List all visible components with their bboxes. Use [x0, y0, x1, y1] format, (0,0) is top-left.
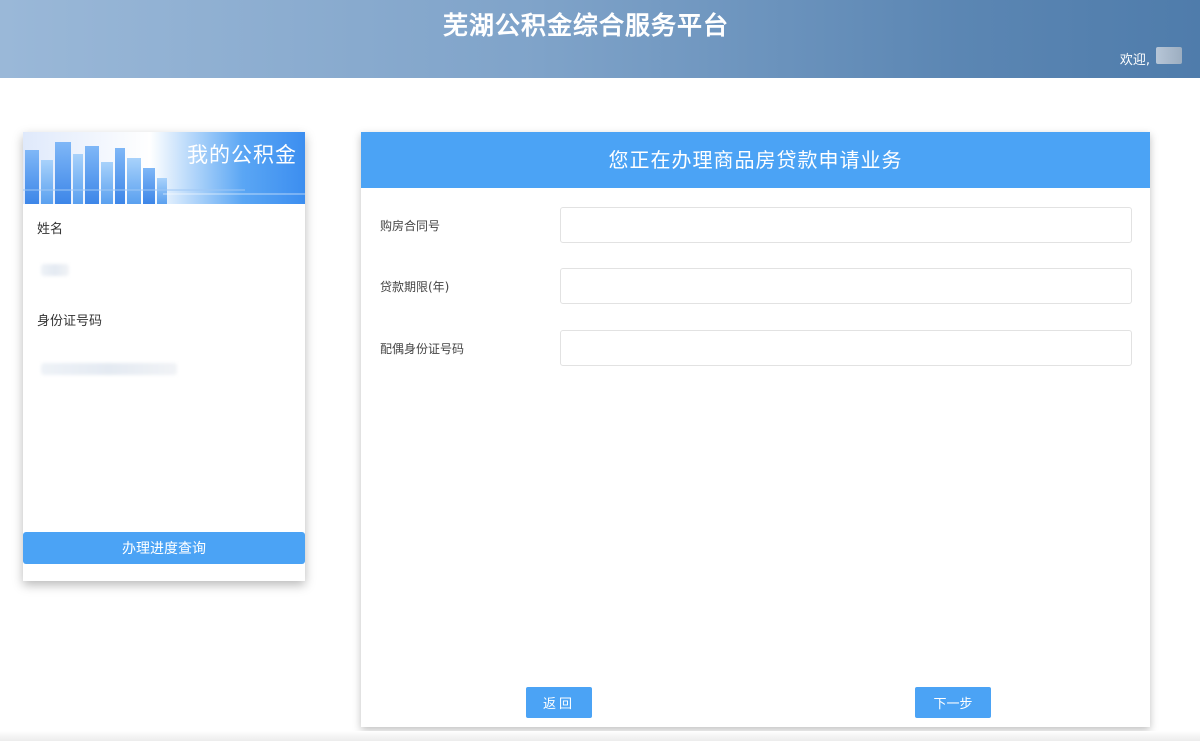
name-masked-value	[41, 264, 69, 276]
loan-application-panel: 您正在办理商品房贷款申请业务 购房合同号 贷款期限(年) 配偶身份证号码 返回 …	[361, 132, 1150, 727]
my-fund-card: 我的公积金 姓名 身份证号码 办理进度查询	[23, 132, 305, 581]
page-header: 芜湖公积金综合服务平台 欢迎,	[0, 0, 1200, 78]
spouse-id-label: 配偶身份证号码	[380, 342, 465, 356]
id-number-masked-value	[41, 363, 177, 375]
spouse-id-input[interactable]	[560, 330, 1132, 366]
contract-number-input[interactable]	[560, 207, 1132, 243]
next-step-button[interactable]: 下一步	[915, 687, 991, 718]
user-avatar[interactable]	[1156, 47, 1182, 64]
platform-title: 芜湖公积金综合服务平台	[442, 11, 729, 40]
bottom-edge	[0, 731, 1200, 741]
loan-term-input[interactable]	[560, 268, 1132, 304]
card-banner: 我的公积金	[23, 132, 305, 204]
panel-title: 您正在办理商品房贷款申请业务	[361, 132, 1150, 188]
contract-number-label: 购房合同号	[380, 219, 441, 233]
progress-query-button[interactable]: 办理进度查询	[23, 532, 305, 564]
welcome-text: 欢迎,	[1119, 53, 1150, 68]
back-button[interactable]: 返回	[526, 687, 592, 718]
name-label: 姓名	[37, 222, 64, 237]
id-number-label: 身份证号码	[37, 314, 103, 329]
card-title: 我的公积金	[187, 143, 297, 167]
loan-term-label: 贷款期限(年)	[380, 280, 450, 294]
